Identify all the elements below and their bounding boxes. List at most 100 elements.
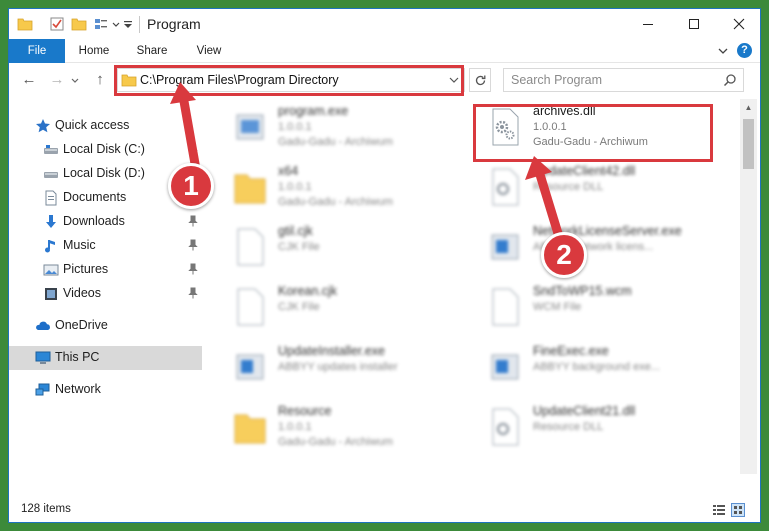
pin-icon[interactable] <box>187 263 199 275</box>
file-name: Korean.cjk <box>278 284 338 298</box>
sidebar-item-label: Network <box>55 382 101 396</box>
file-tile[interactable]: x64 1.0.0.1 Gadu-Gadu - Archiwum <box>224 159 464 215</box>
file-name: SndToWP15.wcm <box>533 284 632 298</box>
search-icon[interactable] <box>723 73 737 87</box>
tab-home[interactable]: Home <box>69 39 119 63</box>
file-version: 1.0.0.1 <box>278 181 312 193</box>
file-version: 1.0.0.1 <box>278 121 312 133</box>
file-company: Gadu-Gadu - Archiwum <box>278 436 393 448</box>
scroll-up-icon[interactable]: ▲ <box>740 99 757 116</box>
help-icon[interactable]: ? <box>737 43 752 58</box>
customize-toolbar-icon[interactable] <box>123 16 133 32</box>
folder-icon <box>234 414 266 444</box>
file-description: WCM File <box>533 301 582 313</box>
maximize-button[interactable] <box>671 9 717 39</box>
star-icon <box>36 119 50 133</box>
folder-icon <box>17 18 33 31</box>
sidebar-item-label: Videos <box>63 286 101 300</box>
file-tile[interactable]: gtil.cjk CJK File <box>224 219 464 275</box>
view-options-icon[interactable] <box>93 16 109 32</box>
vertical-scrollbar[interactable]: ▲ <box>740 99 757 474</box>
status-bar: 128 items <box>9 495 760 522</box>
sidebar-item-quick-access[interactable]: Quick access <box>9 114 202 138</box>
address-bar-highlight <box>114 65 464 96</box>
file-tile[interactable]: Korean.cjk CJK File <box>224 279 464 335</box>
file-company: Gadu-Gadu - Archiwum <box>278 136 393 148</box>
file-name: x64 <box>278 164 299 178</box>
pin-icon[interactable] <box>187 143 199 155</box>
pin-icon[interactable] <box>187 239 199 251</box>
forward-arrow-icon[interactable]: → <box>49 72 65 88</box>
pin-icon[interactable] <box>187 215 199 227</box>
close-icon <box>733 18 745 30</box>
sidebar-item-this-pc[interactable]: This PC <box>9 346 202 370</box>
sidebar-item-label: This PC <box>55 350 100 364</box>
sidebar-item-pictures[interactable]: Pictures <box>9 258 202 282</box>
sidebar-item-network[interactable]: Network <box>9 378 202 402</box>
file-icon <box>492 288 519 326</box>
refresh-button[interactable] <box>469 68 491 92</box>
properties-icon[interactable] <box>49 16 65 32</box>
up-arrow-icon[interactable]: ↑ <box>92 72 108 88</box>
dll-icon <box>492 408 519 446</box>
details-view-icon[interactable] <box>712 503 726 517</box>
file-tile[interactable]: UpdateClient42.dll Resource DLL <box>479 159 719 215</box>
back-arrow-icon[interactable]: ← <box>21 72 37 88</box>
large-icons-view-icon[interactable] <box>731 503 745 517</box>
folder-icon <box>234 174 266 204</box>
file-tile[interactable]: SndToWP15.wcm WCM File <box>479 279 719 335</box>
maximize-icon <box>689 19 699 29</box>
downloads-icon <box>46 215 56 228</box>
network-icon <box>35 383 50 396</box>
pin-icon[interactable] <box>187 287 199 299</box>
sidebar-item-local-disk-c[interactable]: Local Disk (C:) <box>9 138 202 162</box>
file-tile[interactable]: FineExec.exe ABBYY background exe... <box>479 339 719 395</box>
new-folder-icon[interactable] <box>71 16 87 32</box>
exe-icon <box>491 234 519 260</box>
file-description: ABBYY updates installer <box>278 361 398 373</box>
documents-icon <box>45 190 57 206</box>
minimize-icon <box>643 24 653 25</box>
sidebar-item-label: Local Disk (C:) <box>63 142 145 156</box>
navigation-pane: Quick access Local Disk (C:) Local Disk … <box>9 99 209 474</box>
scrollbar-thumb[interactable] <box>743 119 754 169</box>
file-description: Resource DLL <box>533 181 604 193</box>
callout-1: 1 <box>168 163 214 209</box>
ribbon-tabs: File Home Share View ? <box>9 39 760 63</box>
file-name: Resource <box>278 404 332 418</box>
close-button[interactable] <box>716 9 760 39</box>
computer-icon <box>35 351 51 364</box>
recent-locations-icon[interactable] <box>70 72 80 88</box>
file-tile[interactable]: NetworkLicenseServer.exe ABBYY Network l… <box>479 219 719 275</box>
file-tile[interactable]: UpdateClient21.dll Resource DLL <box>479 399 719 455</box>
file-tile[interactable]: Resource 1.0.0.1 Gadu-Gadu - Archiwum <box>224 399 464 455</box>
file-tile[interactable]: program.exe 1.0.0.1 Gadu-Gadu - Archiwum <box>224 99 464 155</box>
search-input[interactable] <box>504 69 719 91</box>
search-box[interactable] <box>503 68 744 92</box>
minimize-button[interactable] <box>625 9 671 39</box>
expand-ribbon-icon[interactable] <box>716 44 730 58</box>
sidebar-item-downloads[interactable]: Downloads <box>9 210 202 234</box>
tab-file[interactable]: File <box>9 39 65 63</box>
tab-view[interactable]: View <box>184 39 234 63</box>
chevron-down-icon[interactable] <box>112 16 120 32</box>
drive-icon <box>44 172 58 178</box>
file-name: FineExec.exe <box>533 344 609 358</box>
file-name: program.exe <box>278 104 349 118</box>
file-version: 1.0.0.1 <box>278 421 312 433</box>
sidebar-item-music[interactable]: Music <box>9 234 202 258</box>
window-title: Program <box>147 16 201 32</box>
file-highlight <box>473 104 713 162</box>
sidebar-item-label: OneDrive <box>55 318 108 332</box>
drive-icon <box>44 145 58 154</box>
file-tile[interactable]: UpdateInstaller.exe ABBYY updates instal… <box>224 339 464 395</box>
exe-icon <box>236 114 264 140</box>
callout-2: 2 <box>541 232 587 278</box>
tab-share[interactable]: Share <box>127 39 177 63</box>
sidebar-item-label: Documents <box>63 190 127 204</box>
sidebar-item-onedrive[interactable]: OneDrive <box>9 314 202 338</box>
sidebar-item-videos[interactable]: Videos <box>9 282 202 306</box>
sidebar-item-label: Pictures <box>63 262 109 276</box>
file-name: UpdateInstaller.exe <box>278 344 386 358</box>
file-description: CJK File <box>278 241 320 253</box>
